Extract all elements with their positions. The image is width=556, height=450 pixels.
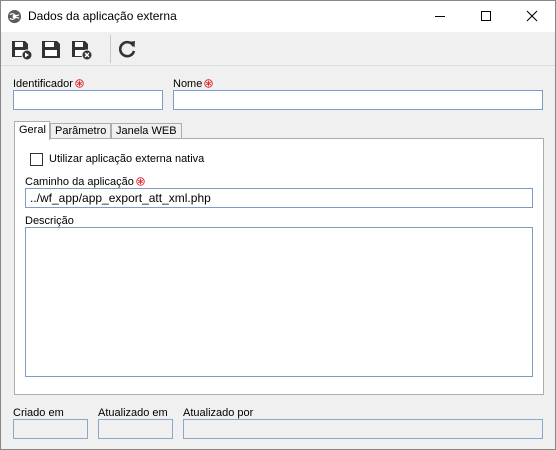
dialog-window: Dados da aplicação externa Identificador… [0, 0, 556, 450]
atualizado-por-field [183, 419, 543, 439]
tab-geral[interactable]: Geral [14, 121, 50, 140]
nome-field[interactable] [173, 90, 543, 110]
atualizado-por-label: Atualizado por [183, 407, 254, 419]
caminho-label-text: Caminho da aplicação [25, 176, 134, 188]
atualizado-em-label: Atualizado em [98, 407, 168, 419]
utilizar-aplicacao-externa-label[interactable]: Utilizar aplicação externa nativa [49, 153, 204, 165]
criado-em-input [14, 420, 87, 438]
save-close-button[interactable] [69, 37, 93, 61]
tab-geral-label: Geral [19, 124, 46, 136]
utilizar-aplicacao-externa-checkbox[interactable] [30, 153, 43, 166]
tab-parametro-label: Parâmetro [55, 125, 107, 137]
nome-label: Nome [173, 78, 214, 90]
atualizado-por-input [184, 420, 542, 438]
nome-label-text: Nome [173, 78, 203, 90]
nome-input[interactable] [174, 91, 542, 109]
descricao-textarea[interactable] [25, 227, 533, 377]
identificador-input[interactable] [14, 91, 162, 109]
title-bar[interactable]: Dados da aplicação externa [1, 1, 555, 32]
minimize-icon [435, 16, 445, 17]
geral-tab-panel: Utilizar aplicação externa nativa Caminh… [14, 138, 544, 395]
descricao-label: Descrição [25, 215, 74, 227]
atualizado-em-field [98, 419, 173, 439]
identificador-field[interactable] [13, 90, 163, 110]
close-button[interactable] [509, 1, 555, 32]
save-icon [42, 41, 60, 58]
toolbar-divider [1, 65, 555, 66]
required-asterisk-icon [75, 79, 84, 88]
window-title: Dados da aplicação externa [28, 9, 177, 23]
globe-gear-icon [7, 9, 22, 24]
save-close-icon [72, 41, 93, 61]
criado-em-label: Criado em [13, 407, 64, 419]
required-asterisk-icon [136, 177, 145, 186]
refresh-icon [118, 40, 136, 58]
caminho-label: Caminho da aplicação [25, 176, 145, 188]
toolbar-separator [110, 35, 111, 63]
caminho-field[interactable] [25, 188, 533, 208]
atualizado-em-input [99, 420, 172, 438]
save-new-icon [12, 41, 33, 61]
maximize-icon [481, 11, 491, 21]
save-button[interactable] [39, 37, 63, 61]
criado-em-field [13, 419, 88, 439]
maximize-button[interactable] [463, 1, 509, 32]
minimize-button[interactable] [417, 1, 463, 32]
tab-janela-web-label: Janela WEB [116, 125, 177, 137]
identificador-label-text: Identificador [13, 78, 73, 90]
toolbar [1, 32, 555, 66]
caminho-input[interactable] [26, 189, 532, 207]
required-asterisk-icon [204, 79, 214, 88]
close-icon [526, 10, 538, 22]
refresh-button[interactable] [115, 37, 139, 61]
save-new-button[interactable] [9, 37, 33, 61]
identificador-label: Identificador [13, 78, 84, 90]
